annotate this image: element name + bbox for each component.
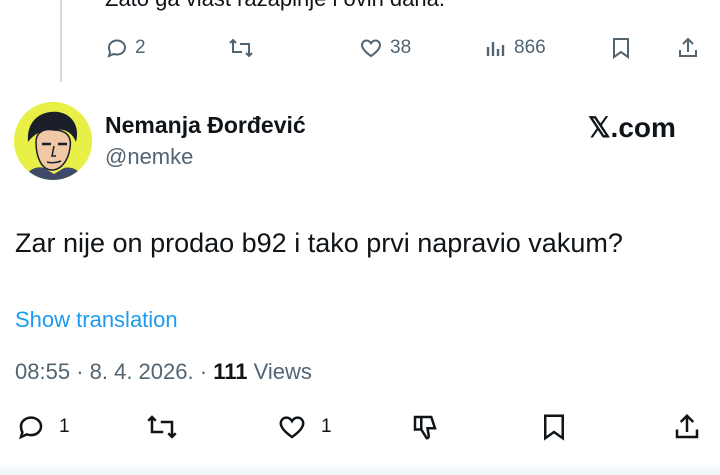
tweet-date[interactable]: 8. 4. 2026. (90, 359, 194, 384)
reply-count: 1 (59, 416, 70, 437)
parent-like-button[interactable]: 38 (358, 36, 411, 60)
downvote-icon (413, 415, 437, 440)
parent-like-count: 38 (390, 37, 412, 58)
meta-separator: · (199, 359, 214, 384)
parent-retweet-button[interactable] (228, 36, 254, 60)
bookmark-icon (613, 38, 629, 59)
share-button[interactable] (672, 412, 702, 442)
reply-icon (107, 39, 127, 58)
tweet-text: Zar nije on prodao b92 i tako prvi napra… (15, 228, 623, 258)
parent-bookmark-button[interactable] (610, 36, 632, 60)
retweet-icon (229, 38, 253, 58)
parent-tweet-text: Zato ga vlast razapinje i ovih dana. (105, 0, 445, 12)
meta-separator: · (76, 359, 90, 384)
x-logo: 𝕏.com (588, 112, 676, 143)
like-icon (279, 416, 305, 439)
avatar[interactable] (14, 102, 92, 180)
parent-views-button[interactable]: 866 (484, 36, 546, 60)
views-icon (486, 42, 505, 56)
reply-button[interactable]: 1 (15, 412, 70, 442)
bookmark-button[interactable] (540, 412, 568, 442)
like-icon (361, 39, 381, 58)
parent-reply-count: 2 (135, 37, 146, 58)
author-name[interactable]: Nemanja Đorđević (105, 112, 306, 139)
show-translation-link[interactable]: Show translation (15, 307, 178, 333)
share-icon (679, 37, 697, 57)
bookmark-icon (544, 414, 564, 441)
tweet-time[interactable]: 08:55 (15, 359, 70, 384)
parent-views-count: 866 (514, 37, 546, 58)
tweet-meta: 08:55 · 8. 4. 2026. · 111 Views (15, 359, 312, 385)
share-icon (675, 413, 699, 439)
author-handle[interactable]: @nemke (105, 144, 193, 170)
thread-line (60, 0, 62, 82)
downvote-button[interactable] (409, 412, 441, 442)
parent-share-button[interactable] (676, 36, 700, 60)
retweet-button[interactable] (144, 412, 180, 442)
avatar-illustration (14, 102, 92, 180)
like-button[interactable]: 1 (275, 412, 332, 442)
parent-reply-button[interactable]: 2 (105, 36, 146, 60)
like-count: 1 (321, 416, 332, 437)
views-count: 111 (213, 359, 248, 384)
reply-icon (19, 416, 43, 440)
retweet-icon (147, 415, 177, 439)
bottom-divider (0, 462, 720, 475)
views-label: Views (253, 359, 312, 384)
